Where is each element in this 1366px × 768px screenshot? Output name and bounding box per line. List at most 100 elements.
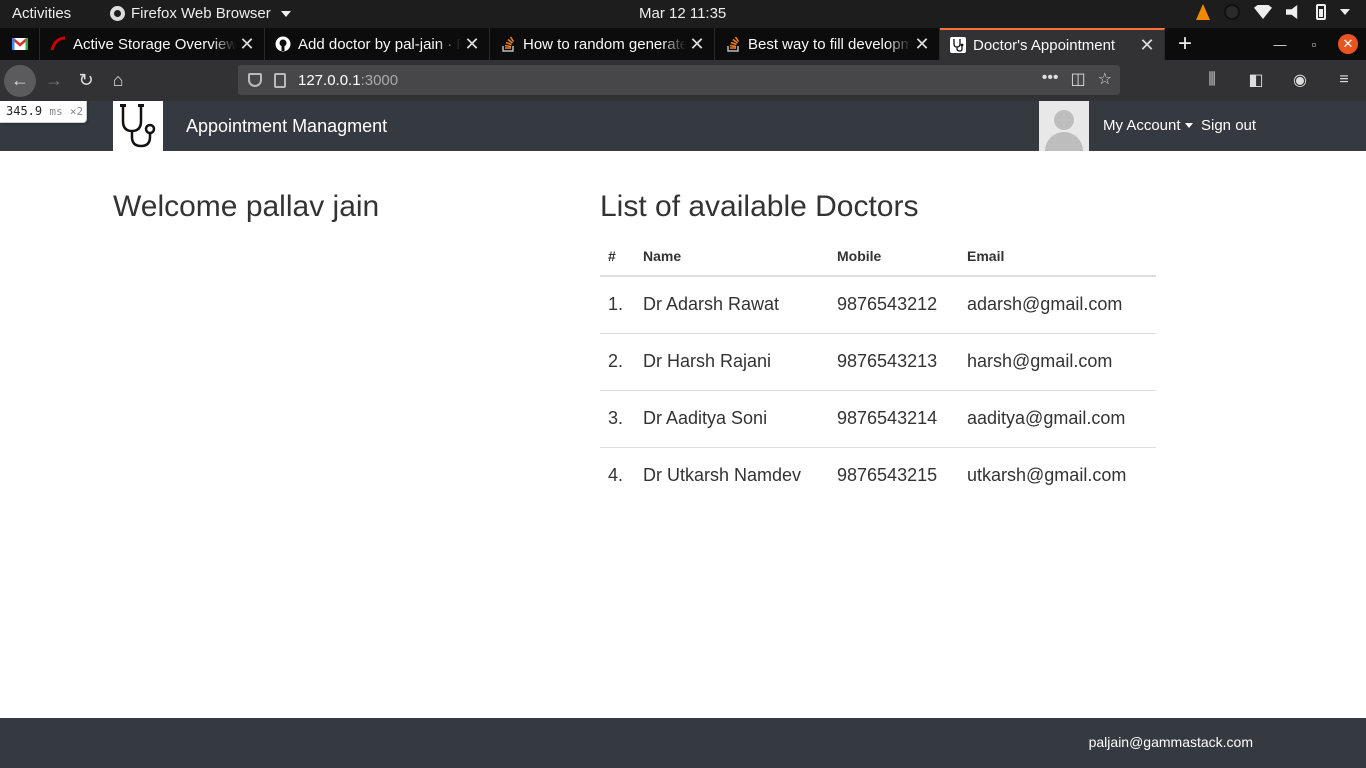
tab-gmail[interactable] bbox=[0, 28, 40, 60]
tab-stackoverflow-1[interactable]: How to random generate ✕ bbox=[490, 28, 715, 60]
profiler-time: 345.9 bbox=[6, 104, 43, 118]
maximize-icon[interactable]: ▫ bbox=[1304, 37, 1324, 52]
doctor-name: Dr Adarsh Rawat bbox=[643, 294, 780, 315]
tab-strip: Active Storage Overview ✕ Add doctor by … bbox=[0, 28, 1366, 60]
tab-active-storage[interactable]: Active Storage Overview ✕ bbox=[40, 28, 265, 60]
doctor-name: Dr Harsh Rajani bbox=[635, 332, 829, 390]
toolbar-right: ⫼ ◧ ◉ ≡ bbox=[1196, 64, 1360, 96]
library-icon[interactable]: ⫼ bbox=[1196, 64, 1228, 96]
tab-title: Best way to fill developm bbox=[748, 35, 911, 53]
system-top-bar: Activities Firefox Web Browser Mar 12 11… bbox=[0, 0, 1366, 28]
my-account-dropdown[interactable]: My Account bbox=[1103, 117, 1193, 134]
site-navbar: Appointment Managment My Account Sign ou… bbox=[0, 101, 1366, 151]
battery-icon[interactable] bbox=[1316, 4, 1326, 20]
doctor-name: Dr Aaditya Soni bbox=[635, 389, 829, 447]
table-header-row: # Name Mobile Email bbox=[600, 236, 1156, 277]
system-tray[interactable] bbox=[1196, 4, 1350, 20]
url-bar[interactable]: 127.0.0.1:3000 ••• ◫ ☆ bbox=[238, 65, 1120, 95]
tab-title: How to random generate bbox=[523, 35, 686, 53]
stackoverflow-icon bbox=[500, 36, 516, 52]
table-row: 1. Dr Adarsh Rawat 9876543212 adarsh@gma… bbox=[600, 276, 1156, 333]
doctor-email: utkarsh@gmail.com bbox=[959, 446, 1156, 504]
account-icon[interactable]: ◉ bbox=[1284, 64, 1316, 96]
column-header-mobile: Mobile bbox=[829, 236, 959, 277]
url-actions: ••• ◫ ☆ bbox=[1042, 69, 1112, 89]
chevron-down-icon bbox=[280, 10, 291, 17]
minimize-icon[interactable]: — bbox=[1270, 37, 1290, 52]
bookmark-star-icon[interactable]: ☆ bbox=[1098, 69, 1112, 89]
welcome-heading: Welcome pallav jain bbox=[113, 190, 380, 223]
close-icon[interactable]: ✕ bbox=[911, 34, 933, 55]
profiler-badge[interactable]: 345.9 ms ×2 bbox=[0, 101, 87, 123]
app-menu[interactable]: Firefox Web Browser bbox=[110, 5, 291, 22]
doctors-table: # Name Mobile Email 1. Dr Adarsh Rawat 9… bbox=[600, 236, 1156, 504]
doctor-name: Dr Utkarsh Namdev bbox=[635, 446, 829, 504]
doctor-email: harsh@gmail.com bbox=[959, 332, 1156, 390]
tab-github-pr[interactable]: Add doctor by pal-jain · P ✕ bbox=[265, 28, 490, 60]
doctor-email: adarsh@gmail.com bbox=[967, 294, 1123, 315]
sidebar-icon[interactable]: ◧ bbox=[1240, 64, 1272, 96]
row-number: 1. bbox=[608, 294, 624, 315]
window-controls: — ▫ ✕ bbox=[1270, 28, 1366, 60]
row-number: 4. bbox=[600, 446, 635, 504]
sign-out-link[interactable]: Sign out bbox=[1201, 117, 1256, 134]
chevron-down-icon[interactable] bbox=[1340, 9, 1350, 15]
doctor-mobile: 9876543212 bbox=[837, 294, 938, 315]
caret-down-icon bbox=[1184, 123, 1193, 128]
power-indicator-icon[interactable] bbox=[1224, 4, 1240, 20]
site-title[interactable]: Appointment Managment bbox=[186, 116, 387, 137]
avatar-head bbox=[1054, 110, 1074, 130]
tab-stackoverflow-2[interactable]: Best way to fill developm ✕ bbox=[715, 28, 940, 60]
column-header-name: Name bbox=[635, 236, 829, 277]
rails-icon bbox=[50, 36, 66, 52]
tab-title: Add doctor by pal-jain · P bbox=[298, 35, 461, 53]
profiler-unit: ms bbox=[49, 105, 63, 118]
column-header-number: # bbox=[600, 236, 635, 277]
doctor-mobile: 9876543215 bbox=[829, 446, 959, 504]
table-row: 2. Dr Harsh Rajani 9876543213 harsh@gmai… bbox=[600, 332, 1156, 390]
page-actions-icon[interactable]: ••• bbox=[1042, 69, 1059, 89]
row-number: 2. bbox=[600, 332, 635, 390]
pocket-icon[interactable]: ◫ bbox=[1071, 69, 1086, 89]
stethoscope-icon bbox=[950, 37, 966, 53]
column-header-email: Email bbox=[959, 236, 1156, 277]
volume-icon[interactable] bbox=[1286, 5, 1298, 19]
app-menu-label: Firefox Web Browser bbox=[131, 5, 271, 22]
close-window-icon[interactable]: ✕ bbox=[1338, 34, 1358, 54]
wifi-icon[interactable] bbox=[1254, 5, 1272, 19]
tab-doctors-appointment[interactable]: Doctor's Appointment ✕ bbox=[940, 28, 1165, 60]
activities-button[interactable]: Activities bbox=[12, 5, 71, 22]
url-host: 127.0.0.1 bbox=[298, 71, 361, 89]
close-icon[interactable]: ✕ bbox=[1136, 35, 1158, 56]
doctors-list-heading: List of available Doctors bbox=[600, 190, 919, 223]
browser-toolbar: ← → ↻ ⌂ 127.0.0.1:3000 ••• ◫ ☆ ⫼ ◧ ◉ ≡ bbox=[0, 60, 1366, 101]
clock[interactable]: Mar 12 11:35 bbox=[639, 5, 726, 22]
reload-icon[interactable]: ↻ bbox=[70, 65, 102, 97]
avatar[interactable] bbox=[1039, 101, 1089, 151]
url-port: :3000 bbox=[360, 71, 399, 89]
vlc-icon[interactable] bbox=[1196, 4, 1210, 20]
doctor-mobile: 9876543214 bbox=[829, 389, 959, 447]
footer-email: paljain@gammastack.com bbox=[1088, 734, 1253, 750]
stethoscope-logo-icon[interactable] bbox=[113, 101, 163, 151]
forward-arrow-icon[interactable]: → bbox=[38, 65, 70, 97]
close-icon[interactable]: ✕ bbox=[686, 34, 708, 55]
hamburger-menu-icon[interactable]: ≡ bbox=[1328, 64, 1360, 96]
stackoverflow-icon bbox=[725, 36, 741, 52]
home-icon[interactable]: ⌂ bbox=[102, 65, 134, 97]
site-footer: paljain@gammastack.com bbox=[0, 718, 1366, 768]
close-icon[interactable]: ✕ bbox=[461, 34, 483, 55]
doctor-mobile: 9876543213 bbox=[829, 332, 959, 390]
avatar-body bbox=[1045, 132, 1083, 151]
close-icon[interactable]: ✕ bbox=[236, 34, 258, 55]
table-row: 3. Dr Aaditya Soni 9876543214 aaditya@gm… bbox=[600, 389, 1156, 447]
my-account-label: My Account bbox=[1103, 117, 1181, 134]
firefox-icon bbox=[110, 6, 125, 21]
table-row: 4. Dr Utkarsh Namdev 9876543215 utkarsh@… bbox=[600, 446, 1156, 504]
row-number: 3. bbox=[600, 389, 635, 447]
tab-title: Active Storage Overview bbox=[73, 35, 236, 53]
back-arrow-icon[interactable]: ← bbox=[4, 64, 36, 97]
tracking-protection-icon[interactable] bbox=[248, 73, 262, 87]
page-info-icon[interactable] bbox=[274, 72, 286, 88]
new-tab-button[interactable]: + bbox=[1165, 28, 1205, 60]
